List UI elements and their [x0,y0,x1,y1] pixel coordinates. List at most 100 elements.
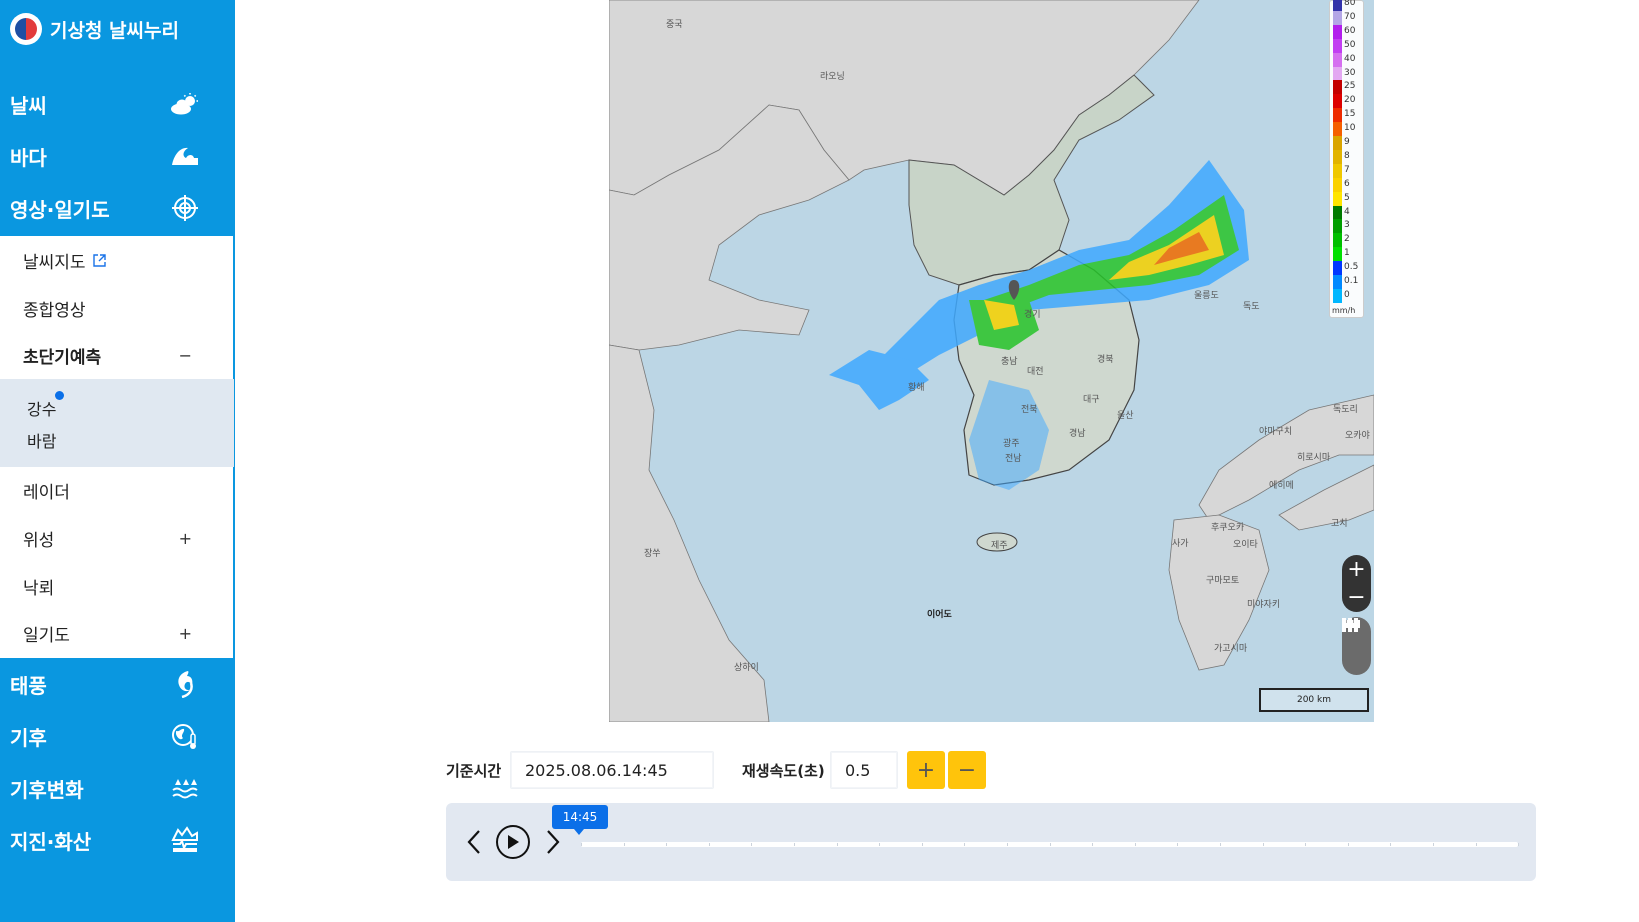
zoom-out-button[interactable]: − [1347,585,1365,610]
submenu-radar[interactable]: 레이더 [0,466,234,514]
legend-level: 80 [1333,0,1363,11]
timeline-tick [666,843,668,846]
zoom-in-button[interactable]: + [1347,557,1365,582]
nav-climate[interactable]: 기후 [0,710,235,762]
legend-label: 10 [1344,123,1356,134]
play-icon [508,835,519,849]
legend-swatch [1333,38,1342,53]
legend-swatch [1333,10,1342,25]
legend-level: 5 [1333,191,1363,206]
map-label: 경기 [1024,310,1041,320]
speed-input[interactable]: 0.5 [830,751,898,789]
submenu-satellite[interactable]: 위성 + [0,514,234,562]
timeline-tick [751,843,753,846]
collapse-icon[interactable]: − [179,346,192,365]
submenu-weather-chart[interactable]: 일기도 + [0,609,234,657]
earthquake-icon [169,824,201,856]
speed-increase-button[interactable]: + [907,751,945,789]
nav-weather[interactable]: 날씨 [0,78,235,130]
timeline-tick [623,843,625,846]
nav-climate-change-label: 기후변화 [10,777,84,802]
map-label: 오카야 [1345,431,1370,441]
nav-imagery-label: 영상·일기도 [10,197,110,222]
expand-icon[interactable]: + [179,624,192,643]
base-time-input[interactable]: 2025.08.06.14:45 [510,751,714,789]
map-label: 미야자키 [1247,600,1281,610]
menu-precipitation[interactable]: 강수 [27,396,56,420]
next-button[interactable] [543,827,563,857]
legend-swatch [1333,94,1342,109]
map-label: 에히메 [1269,481,1294,491]
map-label: 전남 [1005,454,1022,464]
timeline-tick [1049,843,1051,846]
nav-imagery[interactable]: 영상·일기도 [0,182,235,234]
legend-label: 30 [1344,67,1356,78]
site-logo[interactable]: 기상청 날씨누리 [10,12,179,46]
legend-label: 60 [1344,25,1356,36]
map-label: 대전 [1027,367,1044,377]
nav-weather-label: 날씨 [10,93,47,118]
submenu-composite[interactable]: 종합영상 [0,284,234,332]
legend-swatch [1333,163,1342,178]
submenu-weather-map[interactable]: 날씨지도 [0,236,234,284]
prev-button[interactable] [464,827,484,857]
map-label: 고치 [1331,519,1348,529]
nav-earthquake[interactable]: 지진·화산 [0,814,235,866]
timeline-tick [964,843,966,846]
play-button[interactable] [496,825,530,859]
nav-earthquake-label: 지진·화산 [10,829,92,854]
timeline-track[interactable] [581,842,1520,847]
minus-label: − [957,757,977,783]
speed-decrease-button[interactable]: − [948,751,986,789]
legend-label: 1 [1344,248,1350,259]
nav-typhoon[interactable]: 태풍 [0,658,235,710]
legend-swatch [1333,66,1342,81]
legend-label: 80 [1344,0,1356,8]
legend-label: 0.5 [1344,262,1359,273]
legend-label: 5 [1344,192,1350,203]
map-label: 상하이 [734,663,759,673]
timeline-tick [1475,843,1477,846]
chevron-right-icon [547,830,560,854]
zoom-control: + − [1342,555,1371,612]
base-time-label: 기준시간 [446,762,502,780]
wave-icon [169,140,201,172]
timeline-current-time[interactable]: 14:45 [552,805,608,835]
submenu-nowcast[interactable]: 초단기예측 − [0,331,234,379]
sidebar: 기상청 날씨누리 날씨 바다 영상·일기도 날씨지도 종합영상 초단기예측 − … [0,0,235,922]
timeline-panel: 14:45 [446,803,1536,881]
timeline-tick [921,843,923,846]
expand-icon[interactable]: + [179,529,192,548]
legend-swatch [1333,205,1342,220]
legend-level: 9 [1333,136,1363,150]
legend-swatch [1333,52,1342,67]
site-title: 기상청 날씨누리 [50,19,179,42]
legend-level: 25 [1333,80,1363,95]
legend-level: 0 [1333,288,1363,303]
legend-swatch [1333,149,1342,164]
legend-swatch [1333,0,1342,11]
legend-level: 60 [1333,24,1363,39]
nav-climate-change[interactable]: 기후변화 [0,762,235,814]
layers-icon[interactable] [1342,617,1358,633]
sea-level-icon [169,772,201,804]
map-scale-bar: 200 km [1259,688,1369,712]
map-label: 경북 [1097,355,1114,365]
chevron-left-icon [467,830,480,854]
menu-wind[interactable]: 바람 [27,428,56,452]
map-label: 장쑤 [644,549,661,559]
map-canvas[interactable] [609,0,1374,722]
timeline-tick [1518,843,1520,846]
target-icon [169,192,201,224]
submenu-lightning[interactable]: 낙뢰 [0,562,234,610]
legend-label: 8 [1344,150,1350,161]
timeline-tick [836,843,838,846]
map-label: 라오닝 [820,72,845,82]
map-label: 독도리 [1333,405,1358,415]
legend-level: 1 [1333,247,1363,262]
legend-unit: mm/h [1332,306,1356,315]
globe-thermometer-icon [169,720,201,752]
legend-level: 50 [1333,38,1363,53]
nav-sea[interactable]: 바다 [0,130,235,182]
weather-map[interactable]: 중국 라오닝 울릉도 독도 황해 경기 충남 대전 전북 광주 전남 경남 경북… [609,0,1374,722]
